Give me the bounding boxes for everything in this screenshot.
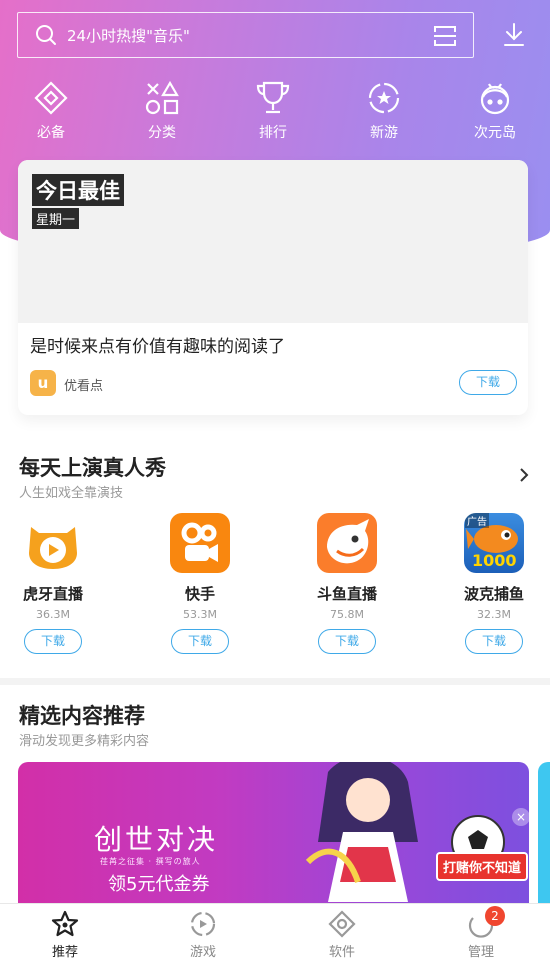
section-divider — [0, 678, 550, 685]
tab-label: 软件 — [328, 945, 355, 960]
douyu-icon — [317, 513, 377, 573]
app-size: 53.3M — [183, 608, 217, 621]
section-title: 精选内容推荐 — [19, 704, 145, 728]
app-logo: u — [30, 370, 56, 396]
star-badge-icon — [366, 80, 402, 116]
promo-banner[interactable]: 创世对决 荏苒之征集 · 撰写の旅人 领5元代金券 打赌你不知道 × — [18, 762, 529, 907]
banner-small-text: 荏苒之征集 · 撰写の旅人 — [100, 857, 201, 866]
section-subtitle: 滑动发现更多精彩内容 — [19, 734, 150, 749]
nav-label: 新游 — [370, 125, 398, 141]
app-item[interactable]: 快手 53.3M 下载 — [145, 513, 255, 654]
manage-icon: 2 — [467, 906, 505, 938]
featured-tag-day: 星期一 — [32, 208, 80, 229]
nav-item-new-games[interactable]: 新游 — [344, 80, 424, 142]
banner-subtitle: 领5元代金券 — [108, 874, 210, 895]
tab-games[interactable]: 游戏 — [163, 910, 243, 960]
featured-description: 是时候来点有价值有趣味的阅读了 — [30, 337, 285, 357]
app-item[interactable]: 虎牙直播 36.3M 下载 — [0, 513, 108, 654]
banner-badge: 打赌你不知道 — [436, 852, 529, 881]
tab-label: 游戏 — [189, 945, 216, 960]
download-button[interactable]: 下载 — [171, 629, 229, 654]
nav-item-rankings[interactable]: 排行 — [233, 80, 313, 142]
anime-girl-icon — [477, 80, 513, 116]
nav-label: 次元岛 — [474, 125, 516, 141]
diamond-icon — [33, 80, 69, 116]
anime-character-illustration — [288, 762, 448, 907]
tab-recommend[interactable]: 推荐 — [25, 910, 105, 960]
tab-label: 管理 — [467, 945, 494, 960]
game-ring-icon — [189, 910, 217, 938]
download-button[interactable]: 下载 — [24, 629, 82, 654]
nav-item-anime-island[interactable]: 次元岛 — [455, 80, 535, 142]
bottom-tab-bar: 推荐 游戏 软件 2 管理 — [0, 903, 550, 961]
notification-badge: 2 — [485, 906, 505, 926]
download-button[interactable]: 下载 — [318, 629, 376, 654]
huya-icon — [23, 513, 83, 573]
category-nav: 必备 分类 排行 新游 次元岛 — [0, 80, 550, 150]
download-button[interactable]: 下载 — [459, 370, 517, 395]
app-size: 32.3M — [477, 608, 511, 621]
kuaishou-icon — [170, 513, 230, 573]
next-banner-peek[interactable] — [538, 762, 550, 907]
search-icon — [35, 24, 57, 46]
chevron-right-icon[interactable] — [518, 466, 530, 484]
software-diamond-icon — [328, 910, 356, 938]
ad-label: 广告 — [465, 513, 489, 528]
app-name: 斗鱼直播 — [316, 585, 377, 603]
section-title: 每天上演真人秀 — [19, 456, 166, 480]
featured-tag-title: 今日最佳 — [32, 174, 124, 206]
close-icon[interactable]: × — [512, 808, 529, 826]
boke-fishing-icon: 广告 1000 — [464, 513, 524, 573]
section-subtitle: 人生如戏全靠演技 — [19, 486, 124, 501]
app-name: 波克捕鱼 — [463, 585, 524, 603]
search-bar[interactable]: 24小时热搜"音乐" — [17, 12, 474, 58]
nav-item-essentials[interactable]: 必备 — [11, 80, 91, 142]
app-name: 优看点 — [64, 379, 104, 394]
app-name: 虎牙直播 — [22, 585, 83, 603]
nav-label: 分类 — [148, 125, 176, 141]
app-item[interactable]: 斗鱼直播 75.8M 下载 — [292, 513, 402, 654]
scan-icon[interactable] — [433, 24, 457, 48]
icon-text: 1000 — [472, 551, 517, 570]
star-icon — [51, 910, 79, 938]
tab-software[interactable]: 软件 — [302, 910, 382, 960]
download-button[interactable]: 下载 — [465, 629, 523, 654]
trophy-icon — [255, 80, 291, 116]
nav-label: 排行 — [259, 125, 287, 141]
download-manager-icon[interactable] — [502, 21, 526, 49]
app-name: 快手 — [184, 585, 215, 603]
shapes-icon — [144, 80, 180, 116]
tab-manage[interactable]: 2 管理 — [441, 906, 521, 960]
tab-label: 推荐 — [51, 945, 78, 960]
app-item[interactable]: 广告 1000 波克捕鱼 32.3M 下载 — [439, 513, 549, 654]
app-size: 36.3M — [36, 608, 70, 621]
nav-label: 必备 — [37, 125, 65, 141]
nav-item-categories[interactable]: 分类 — [122, 80, 202, 142]
featured-card[interactable]: 今日最佳 星期一 是时候来点有价值有趣味的阅读了 u 优看点 下载 — [18, 160, 528, 415]
search-placeholder: 24小时热搜"音乐" — [67, 26, 190, 45]
app-size: 75.8M — [330, 608, 364, 621]
banner-title: 创世对决 — [94, 823, 219, 856]
